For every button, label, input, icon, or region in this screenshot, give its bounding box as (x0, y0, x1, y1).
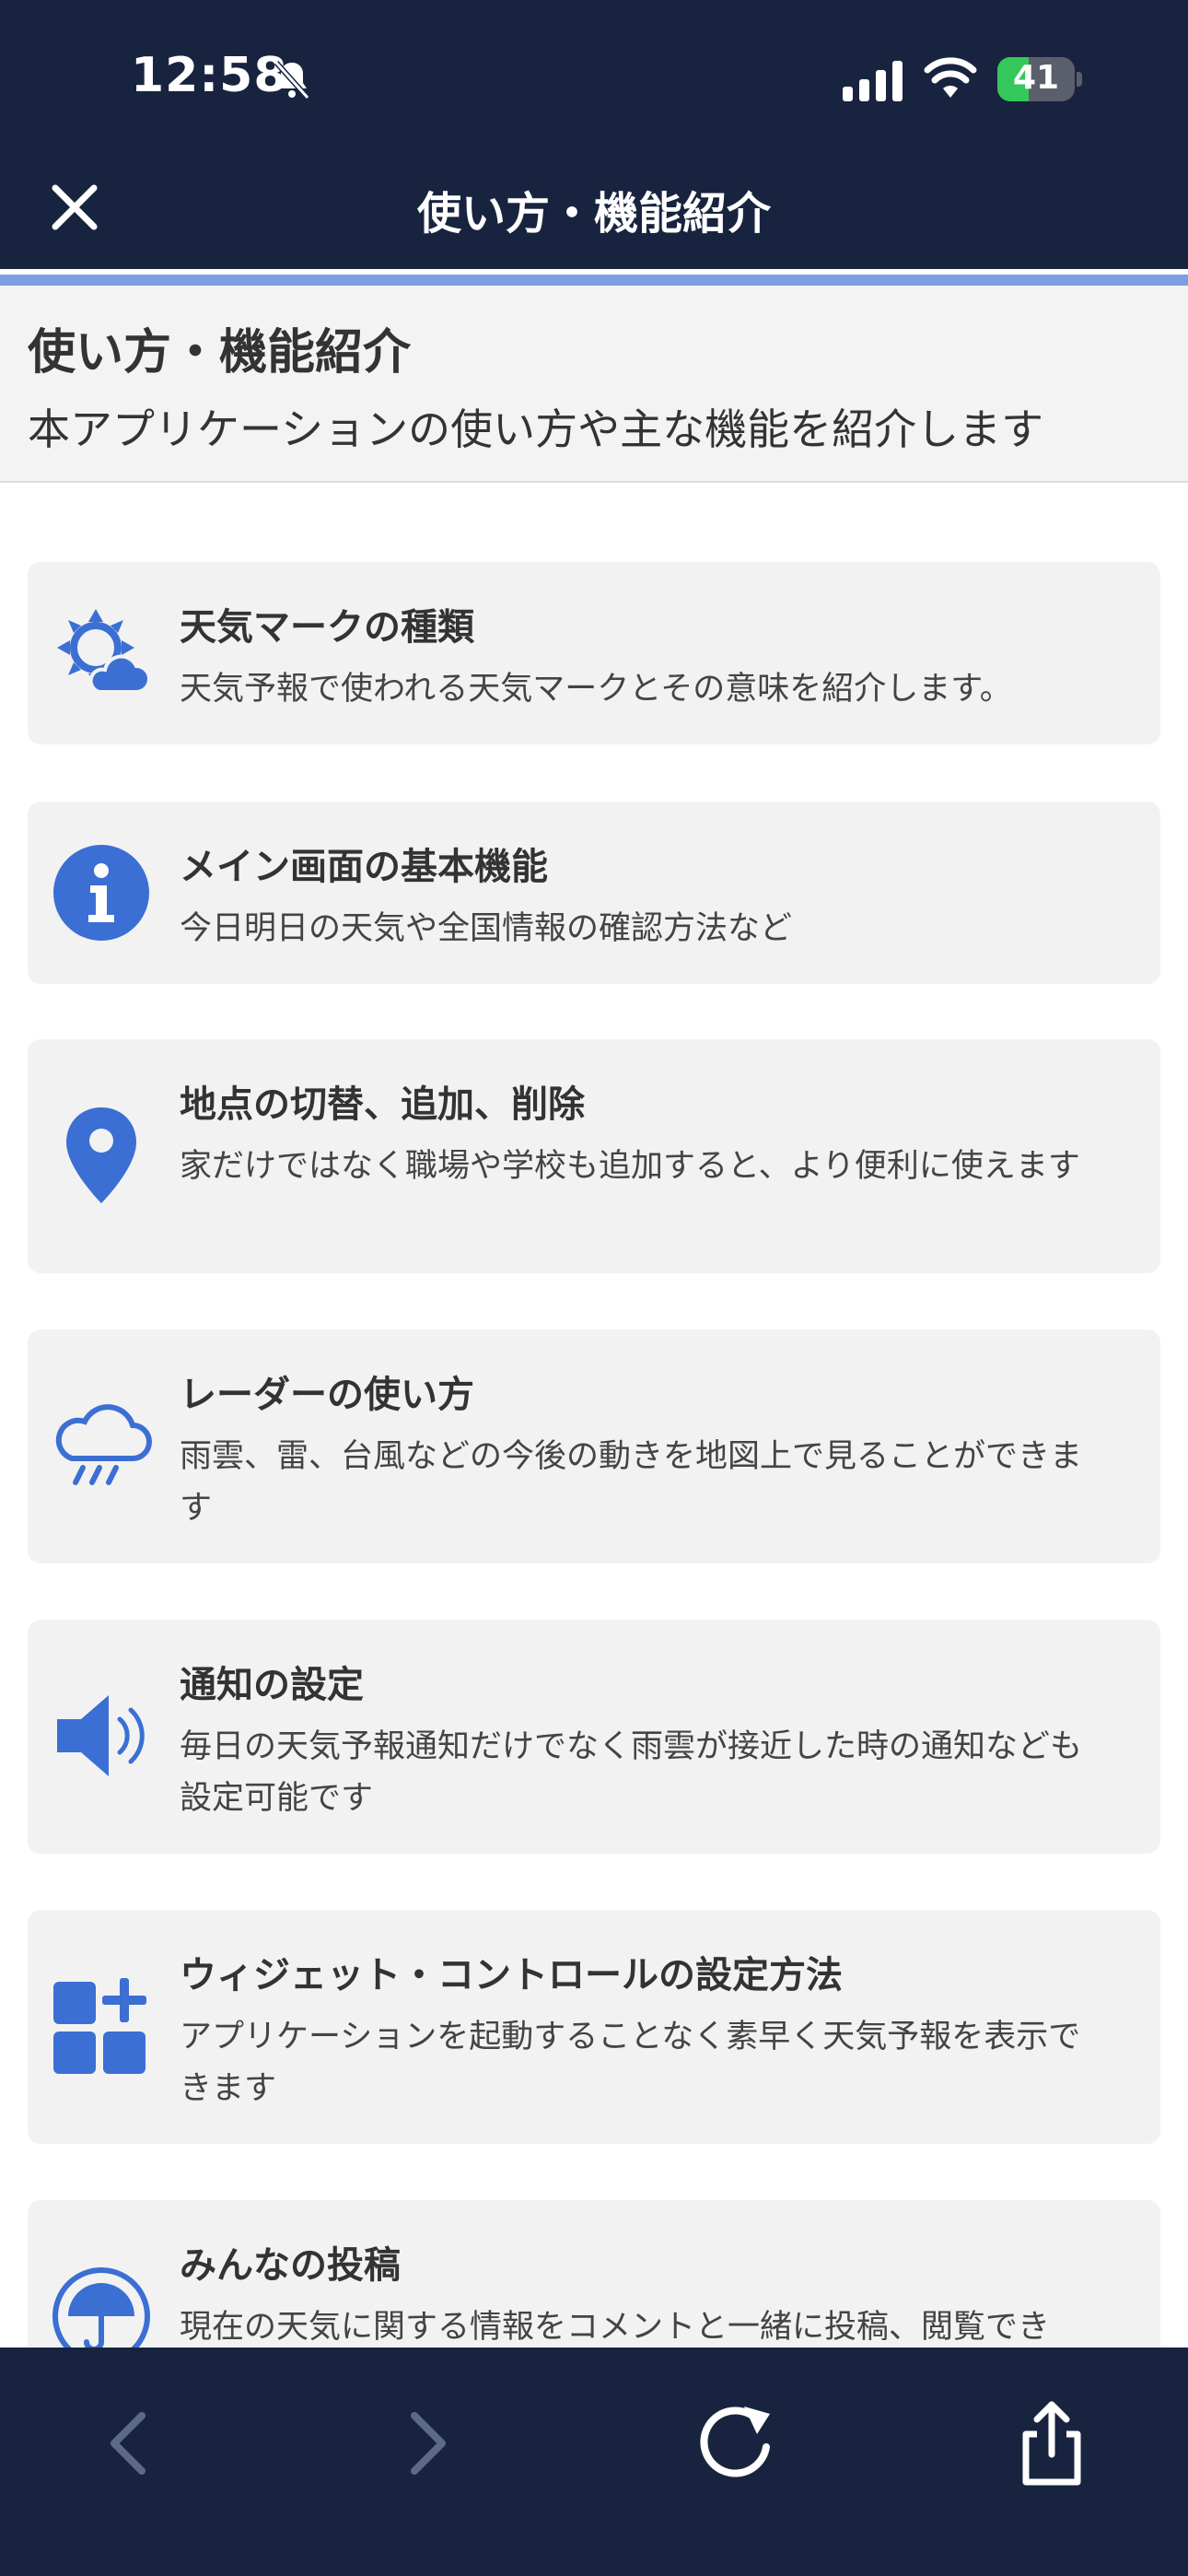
card-description: 現在の天気に関する情報をコメントと一緒に投稿、閲覧でき (180, 2309, 1051, 2346)
wifi-icon (924, 57, 977, 98)
page-title: 使い方・機能紹介 (28, 325, 412, 381)
bottom-toolbar (0, 2348, 1188, 2576)
sun-cloud-icon (57, 609, 151, 694)
card-description: 雨雲、雷、台風などの今後の動きを地図上で見ることができます (180, 1438, 1083, 1527)
location-pin-icon (66, 1107, 136, 1203)
card-widget-settings[interactable]: ウィジェット・コントロールの設定方法 アプリケーションを起動することなく素早く天… (28, 1910, 1160, 2144)
card-radar[interactable]: レーダーの使い方 雨雲、雷、台風などの今後の動きを地図上で見ることができます (28, 1329, 1160, 1563)
card-weather-marks[interactable]: 天気マークの種類 天気予報で使われる天気マークとその意味を紹介します。 (28, 562, 1160, 744)
rain-cloud-icon (55, 1404, 152, 1485)
nav-title: 使い方・機能紹介 (416, 188, 771, 240)
battery-indicator: 41 (997, 57, 1082, 101)
status-time: 12:58 (131, 48, 288, 103)
card-title: レーダーの使い方 (180, 1374, 474, 1416)
accent-stripe (0, 275, 1188, 286)
card-description: 今日明日の天気や全国情報の確認方法など (180, 910, 793, 947)
info-icon (53, 845, 149, 941)
widget-add-icon (53, 1978, 146, 2074)
card-title: ウィジェット・コントロールの設定方法 (180, 1954, 843, 1996)
card-main-screen[interactable]: メイン画面の基本機能 今日明日の天気や全国情報の確認方法など (28, 802, 1160, 984)
back-icon[interactable] (85, 2397, 177, 2489)
card-title: 地点の切替、追加、削除 (180, 1083, 585, 1126)
card-title: メイン画面の基本機能 (180, 846, 548, 888)
bell-muted-icon (274, 60, 310, 100)
forward-icon[interactable] (379, 2397, 472, 2489)
signal-icon (843, 61, 903, 101)
page-subtitle: 本アプリケーションの使い方や主な機能を紹介します (28, 404, 1044, 454)
reload-icon[interactable] (691, 2397, 783, 2489)
intro-section: 使い方・機能紹介 本アプリケーションの使い方や主な機能を紹介します (0, 286, 1188, 483)
battery-percent: 41 (1012, 59, 1060, 97)
card-description: 毎日の天気予報通知だけでなく雨雲が接近した時の通知なども設定可能です (180, 1728, 1083, 1817)
battery-body: 41 (997, 57, 1075, 101)
card-title: みんなの投稿 (180, 2244, 401, 2287)
speaker-icon (57, 1695, 145, 1776)
card-notifications[interactable]: 通知の設定 毎日の天気予報通知だけでなく雨雲が接近した時の通知なども設定可能です (28, 1620, 1160, 1854)
top-bar: 12:58 41 使い方・機能紹介 (0, 0, 1188, 269)
card-description: 天気予報で使われる天気マークとその意味を紹介します。 (180, 671, 1012, 708)
card-title: 天気マークの種類 (180, 606, 474, 649)
card-location-switch[interactable]: 地点の切替、追加、削除 家だけではなく職場や学校も追加すると、より便利に使えます (28, 1039, 1160, 1273)
card-description: 家だけではなく職場や学校も追加すると、より便利に使えます (180, 1148, 1080, 1185)
battery-nub (1077, 72, 1082, 87)
card-description: アプリケーションを起動することなく素早く天気予報を表示できます (180, 2019, 1081, 2107)
share-icon[interactable] (1006, 2397, 1098, 2489)
card-title: 通知の設定 (180, 1664, 364, 1706)
